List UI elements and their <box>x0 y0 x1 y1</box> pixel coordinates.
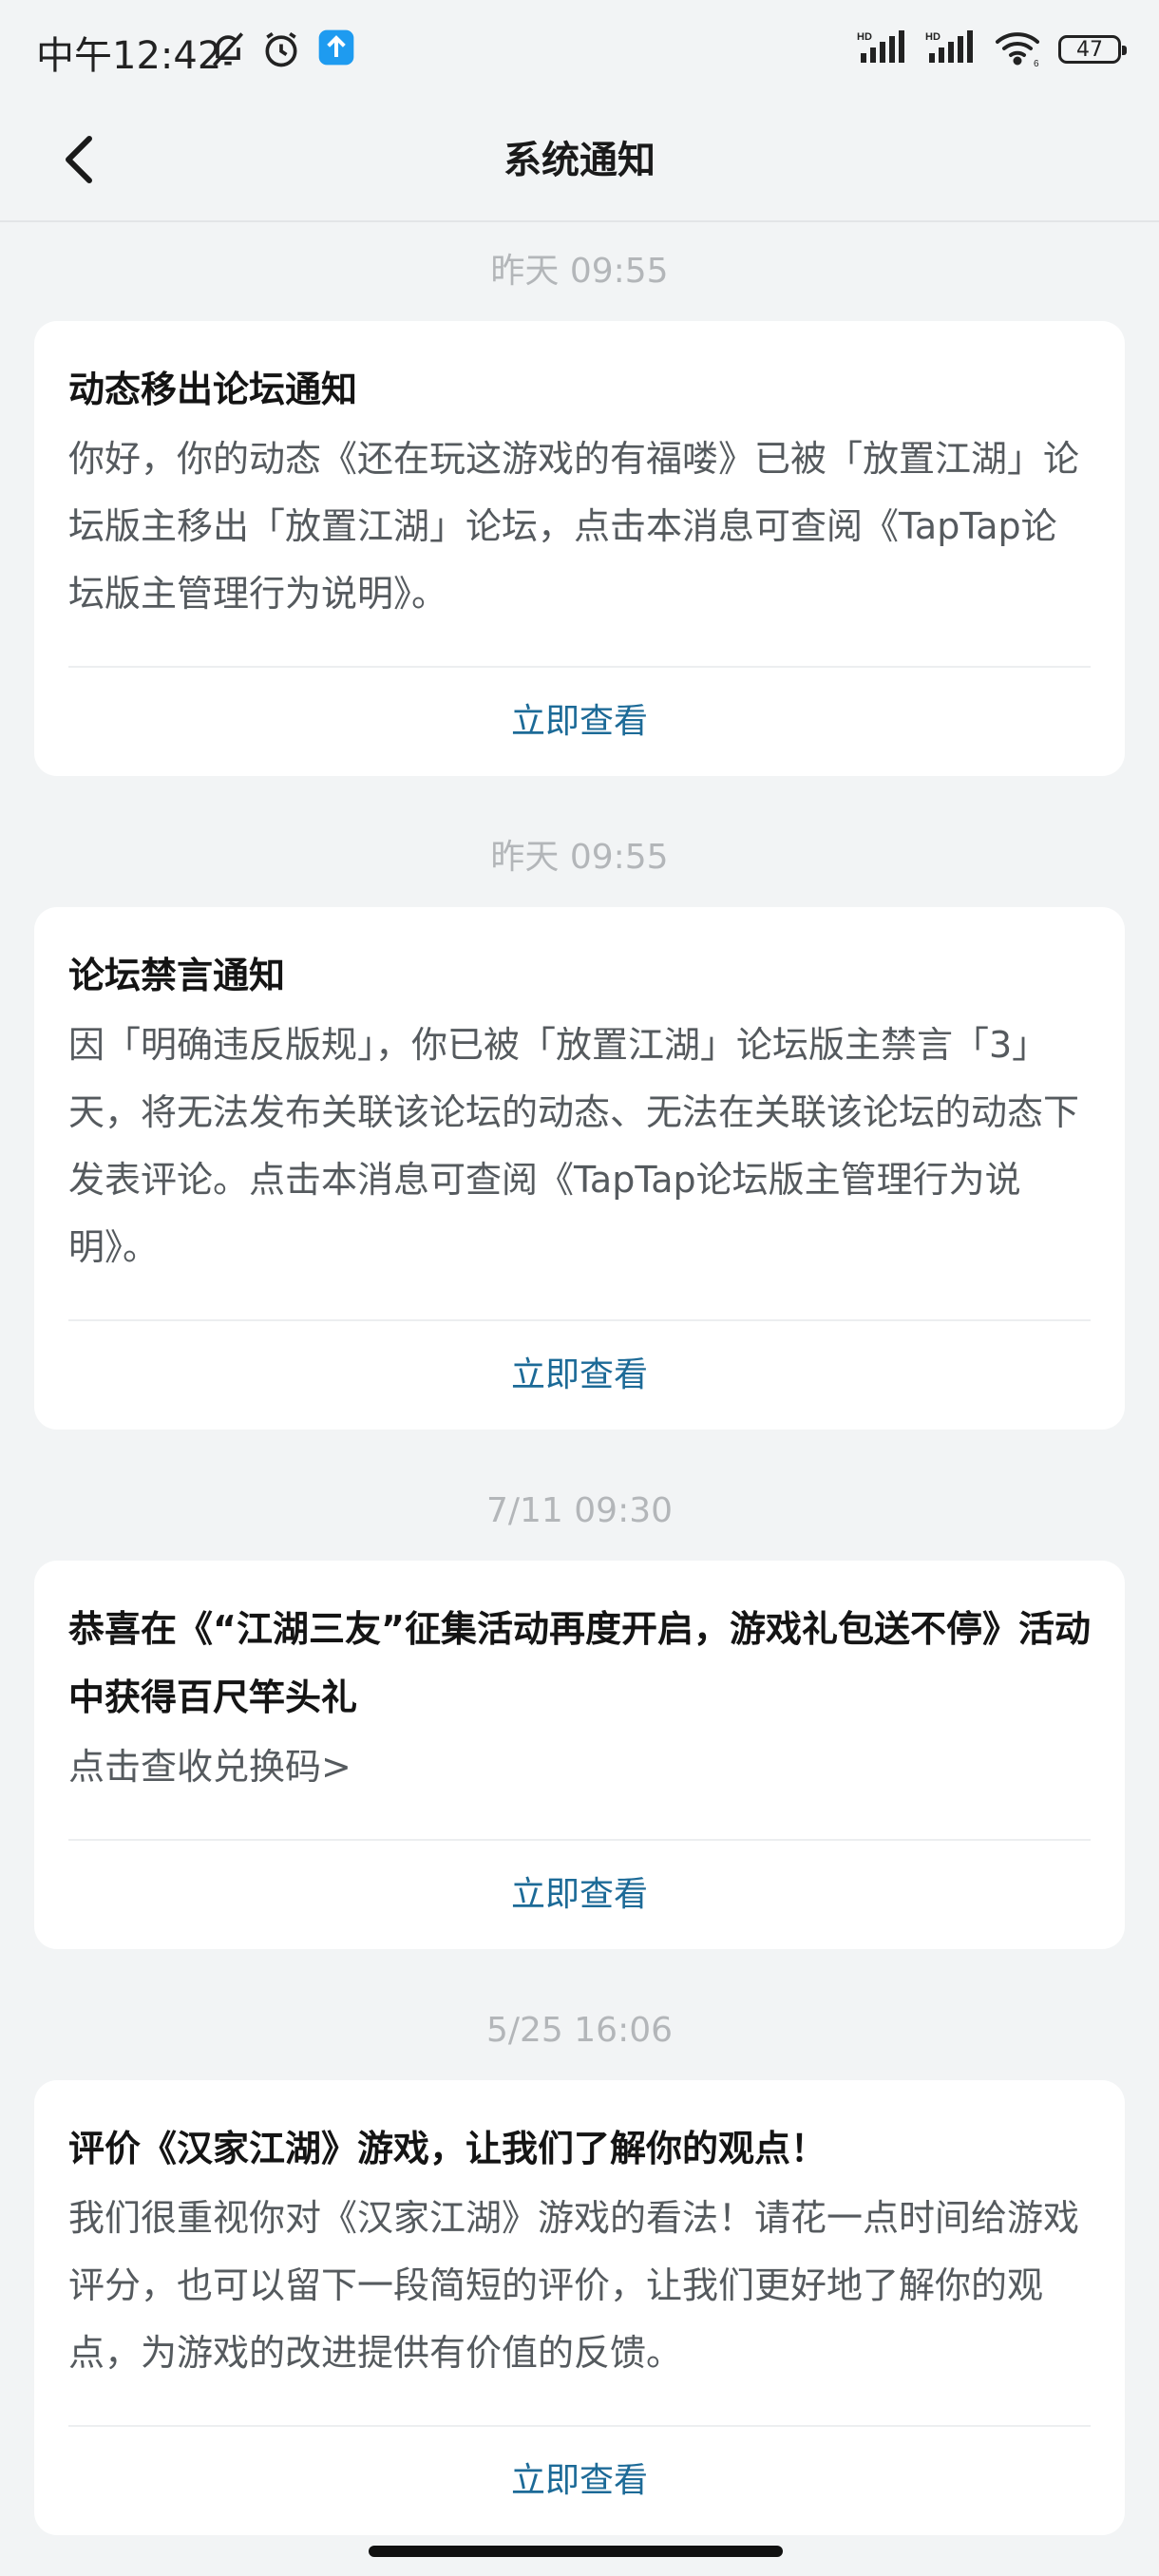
status-right: HD HD 6 47 <box>857 27 1127 72</box>
view-now-button[interactable]: 立即查看 <box>68 1841 1091 1949</box>
page-title: 系统通知 <box>504 139 656 182</box>
status-bar: 中午12:42 HD HD 6 47 <box>0 0 1159 99</box>
notification-title: 恭喜在《“江湖三友”征集活动再度开启，游戏礼包送不停》活动中获得百尺竿头礼 <box>68 1608 1091 1718</box>
notification-date: 7/11 09:30 <box>485 1491 674 1530</box>
app-notification-icon <box>317 28 355 70</box>
alarm-icon <box>260 28 302 74</box>
notification-date: 5/25 16:06 <box>485 2011 674 2050</box>
svg-text:6: 6 <box>1034 59 1039 66</box>
view-now-button[interactable]: 立即查看 <box>68 2427 1091 2535</box>
view-now-button[interactable]: 立即查看 <box>68 668 1091 776</box>
notification-title: 评价《汉家江湖》游戏，让我们了解你的观点！ <box>68 2128 827 2169</box>
status-time: 中午12:42 <box>36 34 222 78</box>
bell-off-icon <box>207 28 249 74</box>
wifi-icon: 6 <box>994 28 1043 70</box>
svg-text:HD: HD <box>857 31 872 43</box>
hd-signal-icon: HD <box>857 28 910 70</box>
notification-card[interactable]: 论坛禁言通知 因「明确违反版规」，你已被「放置江湖」论坛版主禁言「3」天，将无法… <box>34 907 1125 1430</box>
view-now-button[interactable]: 立即查看 <box>68 1321 1091 1430</box>
home-indicator[interactable] <box>369 2546 783 2557</box>
top-navigation-bar: 系统通知 <box>0 99 1159 222</box>
notification-list: 昨天 09:55 动态移出论坛通知 你好，你的动态《还在玩这游戏的有福喽》已被「… <box>0 222 1159 2535</box>
hd-signal-icon: HD <box>925 28 978 70</box>
battery-level: 47 <box>1076 37 1103 62</box>
notification-title: 论坛禁言通知 <box>68 955 286 996</box>
svg-text:HD: HD <box>925 31 940 43</box>
notification-date: 昨天 09:55 <box>490 252 669 291</box>
notification-body: 我们很重视你对《汉家江湖》游戏的看法！请花一点时间给游戏评分，也可以留下一段简短… <box>68 2197 1080 2374</box>
notification-card[interactable]: 动态移出论坛通知 你好，你的动态《还在玩这游戏的有福喽》已被「放置江湖」论坛版主… <box>34 321 1125 776</box>
notification-body: 因「明确违反版规」，你已被「放置江湖」论坛版主禁言「3」天，将无法发布关联该论坛… <box>68 1024 1080 1268</box>
notification-date: 昨天 09:55 <box>490 838 669 877</box>
notification-body: 你好，你的动态《还在玩这游戏的有福喽》已被「放置江湖」论坛版主移出「放置江湖」论… <box>68 438 1080 615</box>
notification-body: 点击查收兑换码> <box>68 1746 352 1788</box>
notification-card[interactable]: 恭喜在《“江湖三友”征集活动再度开启，游戏礼包送不停》活动中获得百尺竿头礼 点击… <box>34 1561 1125 1949</box>
notification-title: 动态移出论坛通知 <box>68 369 358 410</box>
battery-icon: 47 <box>1058 35 1127 64</box>
notification-card[interactable]: 评价《汉家江湖》游戏，让我们了解你的观点！ 我们很重视你对《汉家江湖》游戏的看法… <box>34 2080 1125 2535</box>
